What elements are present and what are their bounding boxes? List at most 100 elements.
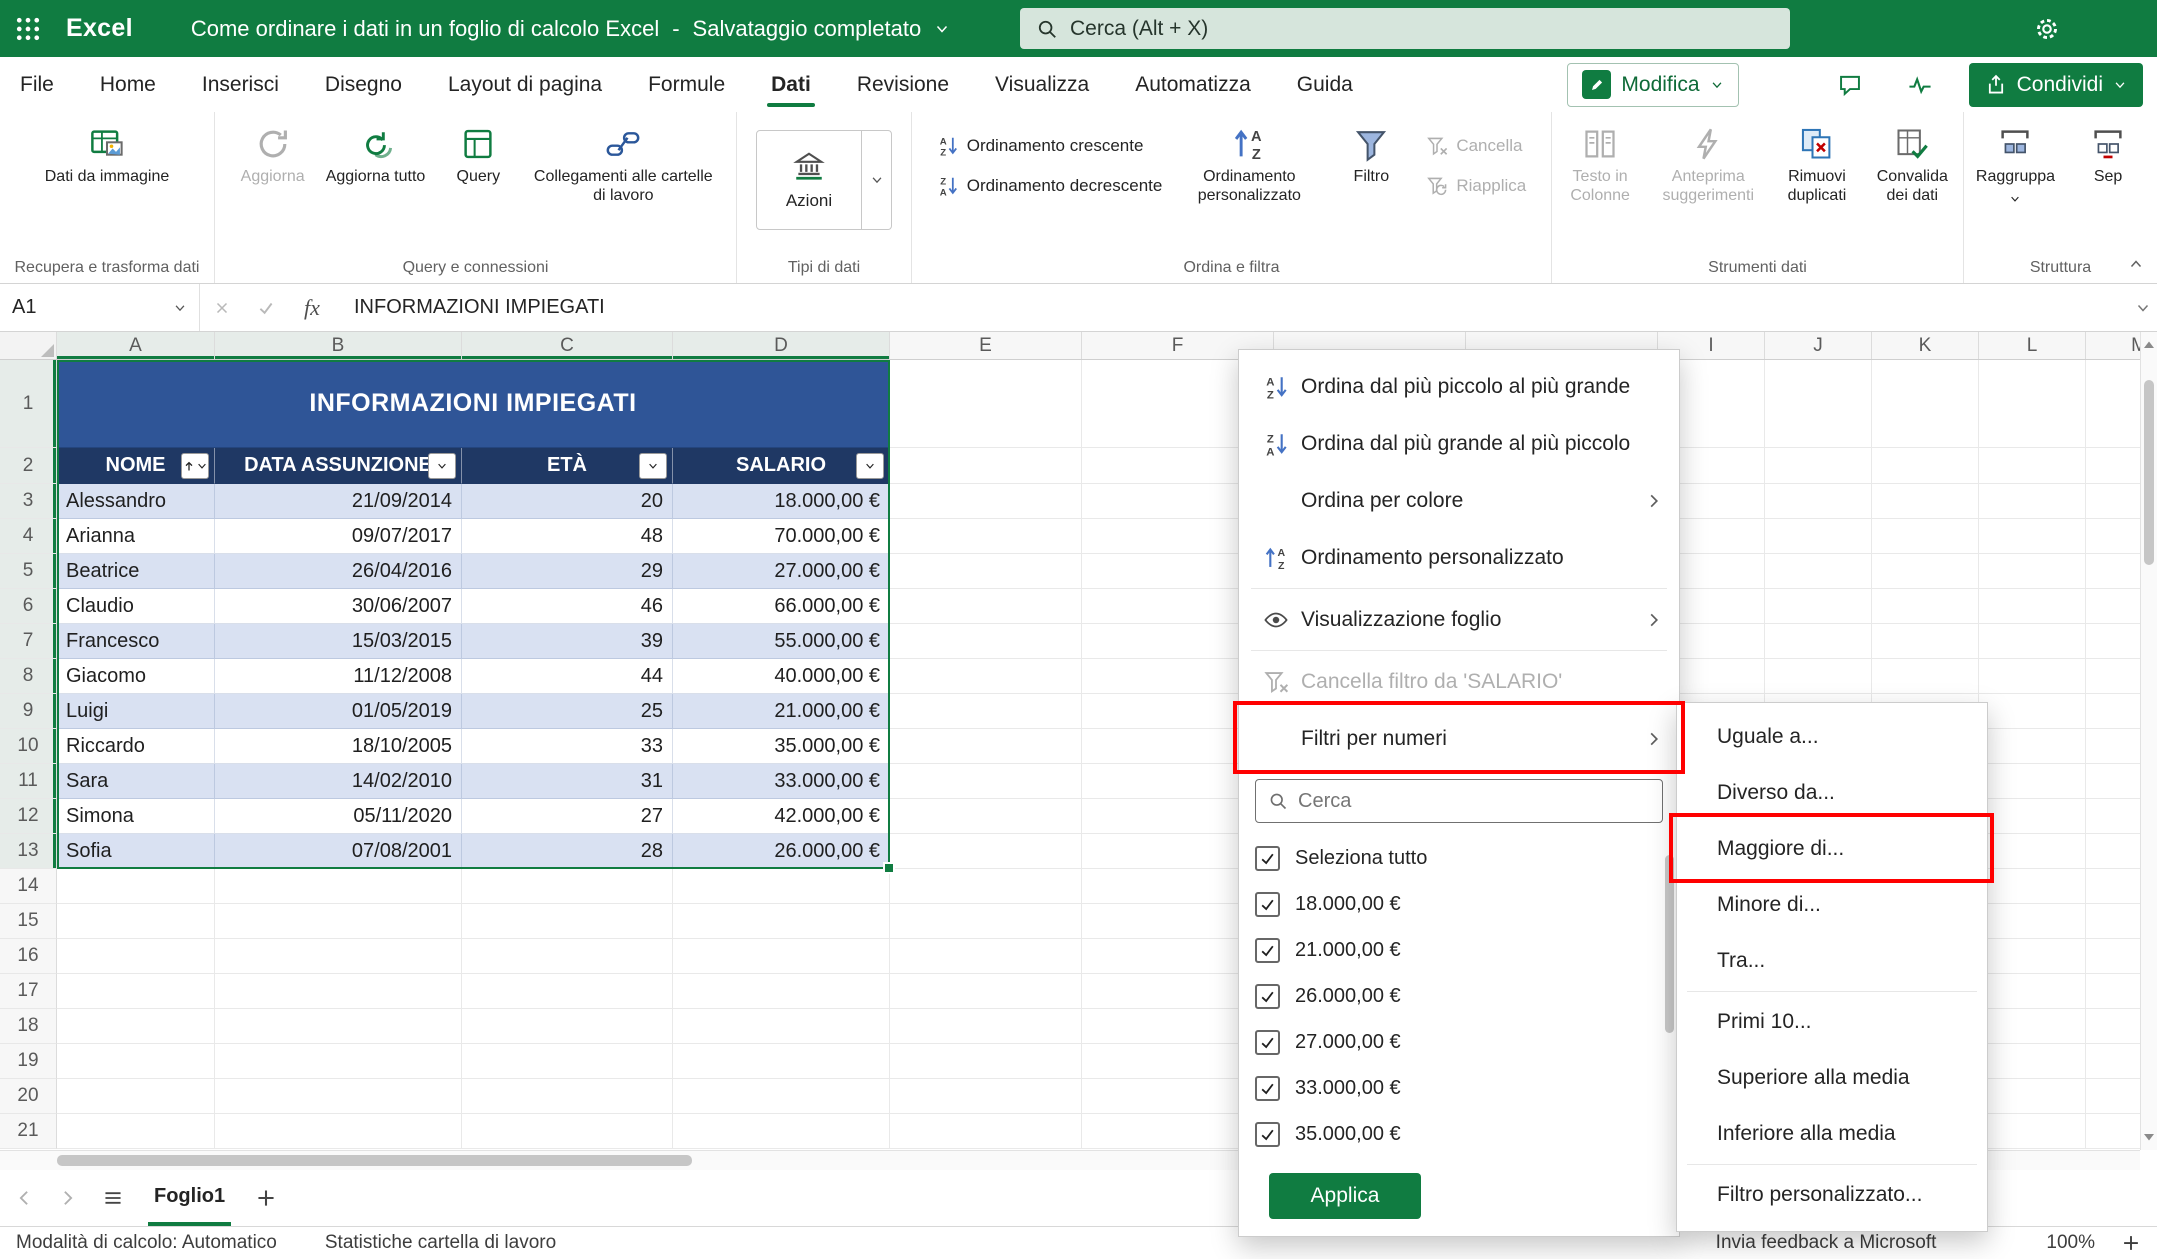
cell-b5[interactable]: 26/04/2016 xyxy=(215,554,462,589)
cell-c8[interactable]: 44 xyxy=(462,659,673,694)
filter-value-33-000-00[interactable]: 33.000,00 € xyxy=(1239,1065,1679,1111)
filter-value-seleziona-tutto[interactable]: Seleziona tutto xyxy=(1239,835,1679,881)
aggiorna-button[interactable]: Aggiorna xyxy=(230,118,316,191)
cell[interactable] xyxy=(1765,589,1872,624)
cell-a12[interactable]: Simona xyxy=(57,799,215,834)
column-header-j[interactable]: J xyxy=(1765,332,1872,359)
cell-b11[interactable]: 14/02/2010 xyxy=(215,764,462,799)
cell-d7[interactable]: 55.000,00 € xyxy=(673,624,890,659)
cell[interactable] xyxy=(890,974,1082,1009)
cancella-button[interactable]: Cancella xyxy=(1418,130,1534,162)
prev-sheet-button[interactable] xyxy=(14,1188,34,1208)
cell-c7[interactable]: 39 xyxy=(462,624,673,659)
row-header-20[interactable]: 20 xyxy=(0,1079,57,1114)
cell-d3[interactable]: 18.000,00 € xyxy=(673,484,890,519)
cell[interactable] xyxy=(890,764,1082,799)
cell-b8[interactable]: 11/12/2008 xyxy=(215,659,462,694)
cell[interactable] xyxy=(2086,764,2140,799)
cell-b6[interactable]: 30/06/2007 xyxy=(215,589,462,624)
fill-handle[interactable] xyxy=(883,862,895,874)
row-header-19[interactable]: 19 xyxy=(0,1044,57,1079)
cell[interactable] xyxy=(1765,484,1872,519)
menu-item-filtri-per-numeri[interactable]: Filtri per numeri xyxy=(1239,710,1679,767)
document-title-group[interactable]: Come ordinare i dati in un foglio di cal… xyxy=(191,16,950,42)
raggruppa-button[interactable]: Raggruppa xyxy=(1970,118,2061,209)
filter-list-scrollbar[interactable] xyxy=(1665,855,1674,1033)
cell-d6[interactable]: 66.000,00 € xyxy=(673,589,890,624)
cell[interactable] xyxy=(2086,1114,2140,1149)
cell[interactable] xyxy=(1872,360,1979,448)
cell[interactable] xyxy=(57,1044,215,1079)
cell-d4[interactable]: 70.000,00 € xyxy=(673,519,890,554)
cell[interactable] xyxy=(673,1009,890,1044)
cell[interactable] xyxy=(215,904,462,939)
cell[interactable] xyxy=(1979,1044,2086,1079)
cell[interactable] xyxy=(890,1044,1082,1079)
cell[interactable] xyxy=(1979,1079,2086,1114)
cell[interactable] xyxy=(890,1114,1082,1149)
filter-button-salario[interactable] xyxy=(856,453,884,479)
cell-d9[interactable]: 21.000,00 € xyxy=(673,694,890,729)
cell[interactable] xyxy=(1765,519,1872,554)
row-header-9[interactable]: 9 xyxy=(0,694,57,729)
cell[interactable] xyxy=(57,939,215,974)
cell[interactable] xyxy=(890,834,1082,869)
row-header-13[interactable]: 13 xyxy=(0,834,57,869)
cell-d12[interactable]: 42.000,00 € xyxy=(673,799,890,834)
cell-b9[interactable]: 01/05/2019 xyxy=(215,694,462,729)
cancel-entry-button[interactable] xyxy=(200,284,244,331)
cell[interactable] xyxy=(1979,448,2086,484)
cell[interactable] xyxy=(673,939,890,974)
azioni-button[interactable]: Azioni xyxy=(756,130,892,230)
column-header-k[interactable]: K xyxy=(1872,332,1979,359)
cell[interactable] xyxy=(2086,554,2140,589)
cell[interactable] xyxy=(1979,624,2086,659)
cell[interactable] xyxy=(2086,729,2140,764)
sheet-list-button[interactable] xyxy=(102,1187,124,1209)
cell-a13[interactable]: Sofia xyxy=(57,834,215,869)
ordinamento-crescente-button[interactable]: AZOrdinamento crescente xyxy=(929,130,1171,162)
cell[interactable] xyxy=(2086,659,2140,694)
cell[interactable] xyxy=(1765,624,1872,659)
azioni-dropdown[interactable] xyxy=(861,131,891,229)
cell-c3[interactable]: 20 xyxy=(462,484,673,519)
tab-layout-di-pagina[interactable]: Layout di pagina xyxy=(448,57,602,112)
app-launcher-button[interactable] xyxy=(0,0,56,57)
cell[interactable] xyxy=(215,1114,462,1149)
column-header-d[interactable]: D xyxy=(673,332,890,359)
cell[interactable] xyxy=(890,904,1082,939)
cell-c9[interactable]: 25 xyxy=(462,694,673,729)
table-title-cell[interactable]: INFORMAZIONI IMPIEGATI xyxy=(57,360,890,448)
filter-value-35-000-00[interactable]: 35.000,00 € xyxy=(1239,1111,1679,1157)
cell-a4[interactable]: Arianna xyxy=(57,519,215,554)
cell-a10[interactable]: Riccardo xyxy=(57,729,215,764)
row-header-14[interactable]: 14 xyxy=(0,869,57,904)
column-header-b[interactable]: B xyxy=(215,332,462,359)
cell[interactable] xyxy=(1979,939,2086,974)
cell[interactable] xyxy=(890,554,1082,589)
cell[interactable] xyxy=(2086,834,2140,869)
row-header-11[interactable]: 11 xyxy=(0,764,57,799)
cell[interactable] xyxy=(1872,519,1979,554)
cell[interactable] xyxy=(215,869,462,904)
cell[interactable] xyxy=(1979,589,2086,624)
cell[interactable] xyxy=(57,1079,215,1114)
cell[interactable] xyxy=(215,1079,462,1114)
cell-c11[interactable]: 31 xyxy=(462,764,673,799)
cell[interactable] xyxy=(462,1114,673,1149)
cell[interactable] xyxy=(1979,694,2086,729)
filter-button-eta[interactable] xyxy=(639,453,667,479)
tab-automatizza[interactable]: Automatizza xyxy=(1135,57,1251,112)
filter-value-18-000-00[interactable]: 18.000,00 € xyxy=(1239,881,1679,927)
cell[interactable] xyxy=(462,869,673,904)
cell-d5[interactable]: 27.000,00 € xyxy=(673,554,890,589)
cell[interactable] xyxy=(1979,360,2086,448)
cell[interactable] xyxy=(890,589,1082,624)
cell[interactable] xyxy=(1979,1009,2086,1044)
submenu-item-tra[interactable]: Tra... xyxy=(1677,933,1987,989)
cell-d13[interactable]: 26.000,00 € xyxy=(673,834,890,869)
row-header-3[interactable]: 3 xyxy=(0,484,57,519)
cell[interactable] xyxy=(2086,1044,2140,1079)
activity-button[interactable] xyxy=(1899,64,1941,106)
menu-item-ordinamento-personalizzato[interactable]: AZOrdinamento personalizzato xyxy=(1239,529,1679,586)
